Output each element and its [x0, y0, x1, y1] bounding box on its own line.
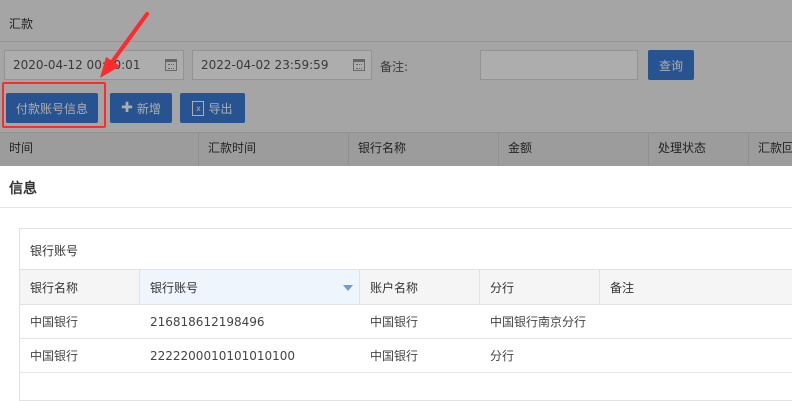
cell-bank-name: 中国银行: [30, 315, 79, 329]
cell-branch: 分行: [490, 349, 515, 363]
cell-account-number: 216818612198496: [150, 314, 265, 329]
cell-remark: [600, 305, 792, 338]
column-header-account-number[interactable]: 银行账号: [140, 270, 360, 304]
dialog-title: 信息: [9, 181, 37, 197]
highlight-box: [2, 82, 106, 128]
modal-overlay: [0, 0, 792, 166]
bank-account-panel: 银行账号 银行名称 银行账号 账户名称 分行 备注 中国银行 216818612…: [19, 228, 792, 401]
divider: [0, 207, 792, 208]
column-header-remark[interactable]: 备注: [600, 270, 792, 304]
column-header-account-name[interactable]: 账户名称: [360, 270, 480, 304]
info-dialog: 信息 银行账号 银行名称 银行账号 账户名称 分行 备注 中国银行 216818…: [0, 166, 792, 401]
sort-icon[interactable]: [343, 285, 353, 291]
cell-account-name: 中国银行: [370, 349, 419, 363]
cell-account-name: 中国银行: [370, 315, 419, 329]
table-row[interactable]: 中国银行 216818612198496 中国银行 中国银行南京分行: [20, 305, 792, 339]
column-header-bank-name[interactable]: 银行名称: [20, 270, 140, 304]
bank-account-table: 银行名称 银行账号 账户名称 分行 备注 中国银行 21681861219849…: [20, 269, 792, 373]
cell-bank-name: 中国银行: [30, 349, 79, 363]
cell-remark: [600, 339, 792, 372]
cell-account-number: 2222200010101010100: [150, 348, 296, 363]
panel-title: 银行账号: [30, 244, 79, 258]
table-header: 银行名称 银行账号 账户名称 分行 备注: [20, 269, 792, 305]
cell-branch: 中国银行南京分行: [490, 315, 587, 329]
table-row[interactable]: 中国银行 2222200010101010100 中国银行 分行: [20, 339, 792, 373]
column-header-branch[interactable]: 分行: [480, 270, 600, 304]
